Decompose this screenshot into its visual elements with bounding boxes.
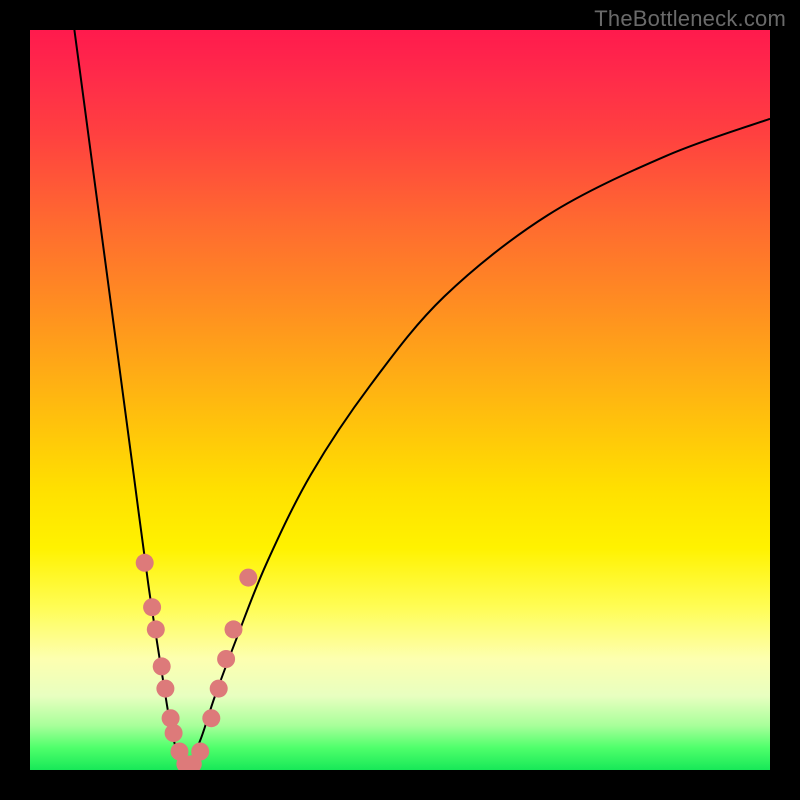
scatter-dot (210, 680, 228, 698)
scatter-dot (153, 657, 171, 675)
watermark-text: TheBottleneck.com (594, 6, 786, 32)
scatter-dot (217, 650, 235, 668)
scatter-dot (202, 709, 220, 727)
plot-area (30, 30, 770, 770)
curve-group (74, 30, 770, 770)
scatter-dot (165, 724, 183, 742)
scatter-dot (156, 680, 174, 698)
scatter-dot (162, 709, 180, 727)
chart-svg (30, 30, 770, 770)
chart-frame: TheBottleneck.com (0, 0, 800, 800)
scatter-dot (143, 598, 161, 616)
scatter-group (136, 554, 258, 770)
scatter-dot (136, 554, 154, 572)
scatter-dot (191, 743, 209, 761)
scatter-dot (147, 620, 165, 638)
bottleneck-curve (74, 30, 770, 770)
scatter-dot (225, 620, 243, 638)
scatter-dot (239, 569, 257, 587)
